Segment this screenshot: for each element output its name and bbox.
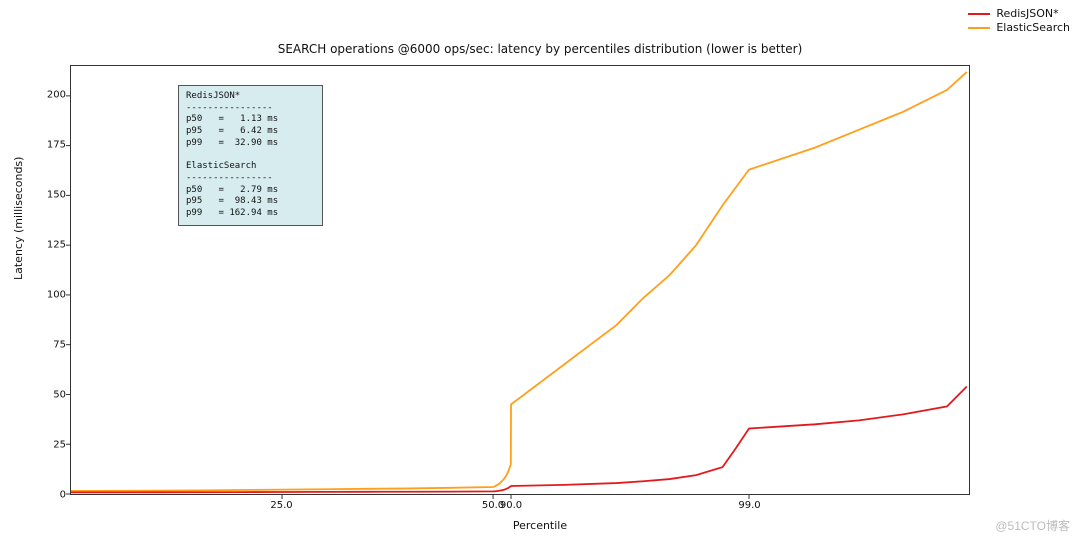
legend-item-es: ElasticSearch: [968, 21, 1070, 34]
y-tick-label: 125: [26, 240, 66, 251]
legend-label: RedisJSON*: [996, 7, 1058, 20]
y-tick-label: 200: [26, 90, 66, 101]
y-tick-label: 175: [26, 140, 66, 151]
x-tick-label: 99.0: [738, 500, 760, 511]
y-axis-label: Latency (milliseconds): [12, 157, 25, 280]
y-tick-label: 25: [26, 440, 66, 451]
watermark: @51CTO博客: [995, 517, 1070, 534]
legend-item-redis: RedisJSON*: [968, 7, 1070, 20]
x-tick-label: 90.0: [500, 500, 522, 511]
y-tick-label: 50: [26, 390, 66, 401]
legend: RedisJSON* ElasticSearch: [964, 4, 1074, 37]
legend-label: ElasticSearch: [996, 21, 1070, 34]
x-axis-label: Percentile: [0, 519, 1080, 532]
stats-annotation: RedisJSON* ---------------- p50 = 1.13 m…: [178, 85, 323, 226]
y-tick-label: 100: [26, 290, 66, 301]
y-tick-label: 0: [26, 490, 66, 501]
legend-swatch-redis: [968, 13, 990, 15]
y-tick-label: 150: [26, 190, 66, 201]
y-tick-label: 75: [26, 340, 66, 351]
chart-title: SEARCH operations @6000 ops/sec: latency…: [0, 42, 1080, 56]
x-tick-label: 25.0: [270, 500, 292, 511]
legend-swatch-es: [968, 27, 990, 29]
